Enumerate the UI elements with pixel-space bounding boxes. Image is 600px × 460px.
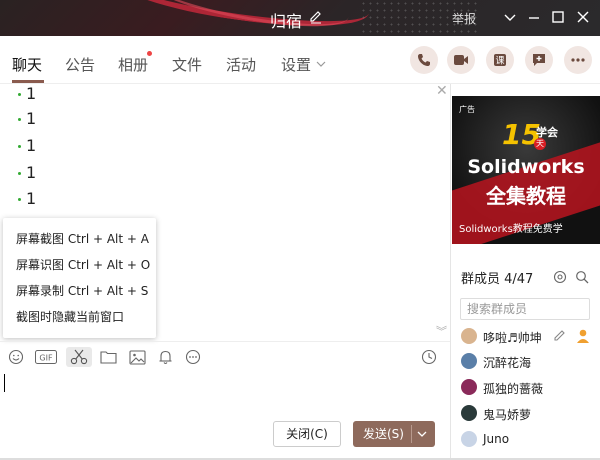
text-caret (4, 374, 5, 392)
more-dots-icon (571, 58, 585, 62)
message-input[interactable] (0, 371, 450, 421)
message-line: 1 (18, 163, 36, 182)
title-bar: 归宿 举报 (0, 0, 600, 36)
add-app-button[interactable] (525, 46, 553, 74)
history-clock-icon[interactable] (419, 347, 439, 367)
menu-item-record[interactable]: 屏幕录制 Ctrl + Alt + S (3, 278, 156, 304)
message-line: 1 (18, 84, 36, 103)
svg-text:课: 课 (495, 56, 504, 67)
message-line: 1 (18, 189, 36, 208)
more-button[interactable] (564, 46, 592, 74)
tab-settings[interactable]: 设置 (281, 54, 311, 75)
screenshot-menu: 屏幕截图 Ctrl + Alt + A 屏幕识图 Ctrl + Alt + O … (3, 218, 156, 338)
send-label: 发送(S) (363, 427, 404, 441)
video-call-button[interactable] (447, 46, 475, 74)
close-button[interactable]: 关闭(C) (273, 421, 341, 447)
scissors-icon[interactable] (66, 347, 92, 367)
member-name: 鬼马娇萝 (483, 408, 532, 422)
avatar (461, 353, 477, 369)
ad-footer: Solidworks教程免费学 (459, 224, 563, 235)
edit-icon[interactable] (309, 10, 323, 24)
maximize-icon[interactable] (550, 9, 566, 25)
tab-activity[interactable]: 活动 (226, 54, 256, 75)
ad-tian-badge: 天 (534, 138, 546, 150)
chevron-down-icon[interactable] (417, 430, 427, 438)
minimize-icon[interactable] (526, 9, 542, 25)
avatar (461, 405, 477, 421)
advertisement-banner[interactable]: 广告 15 学会 天 Solidworks 全集教程 Solidworks教程免… (452, 96, 600, 244)
more-circle-icon[interactable] (183, 347, 203, 367)
avatar (461, 379, 477, 395)
message-line: 1 (18, 136, 36, 155)
chevron-down-icon[interactable] (502, 9, 518, 25)
member-name: 孤独的蔷薇 (483, 382, 544, 396)
report-link[interactable]: 举报 (452, 10, 476, 27)
active-tab-indicator (12, 80, 44, 83)
member-name: 沉醉花海 (483, 356, 532, 370)
member-name: 哆啦♬帅坤 (483, 331, 542, 345)
notification-dot (147, 51, 152, 56)
member-row[interactable]: Juno (461, 429, 597, 451)
chat-plus-icon (533, 54, 545, 66)
tab-album[interactable]: 相册 (118, 54, 148, 75)
gif-icon[interactable]: GIF (34, 347, 58, 367)
menu-item-screenshot[interactable]: 屏幕截图 Ctrl + Alt + A (3, 226, 156, 252)
owner-badge-icon (577, 329, 589, 343)
voice-call-button[interactable] (410, 46, 438, 74)
image-icon[interactable] (127, 347, 147, 367)
collapse-icon[interactable]: ︾ (436, 323, 447, 339)
tab-announcement[interactable]: 公告 (65, 54, 95, 75)
class-button[interactable]: 课 (486, 46, 514, 74)
send-divider (411, 425, 412, 443)
menu-item-recognize[interactable]: 屏幕识图 Ctrl + Alt + O (3, 252, 156, 278)
emoji-icon[interactable] (6, 347, 26, 367)
right-panel: 广告 15 学会 天 Solidworks 全集教程 Solidworks教程免… (450, 84, 600, 460)
chevron-down-icon[interactable] (316, 59, 326, 69)
member-row[interactable]: 沉醉花海 (461, 351, 597, 373)
search-icon[interactable] (575, 270, 589, 284)
video-icon (454, 55, 468, 65)
bell-icon[interactable] (155, 347, 175, 367)
member-search-input[interactable]: 搜索群成员 (460, 298, 590, 320)
class-icon: 课 (494, 54, 506, 67)
edit-icon[interactable] (553, 329, 567, 343)
member-row[interactable]: 哆啦♬帅坤 (461, 326, 597, 348)
member-row[interactable]: 孤独的蔷薇 (461, 377, 597, 399)
tab-files[interactable]: 文件 (172, 54, 202, 75)
menu-item-hide-window[interactable]: 截图时隐藏当前窗口 (3, 304, 156, 330)
close-window-icon[interactable] (575, 9, 591, 25)
send-button[interactable]: 发送(S) (353, 421, 435, 447)
phone-icon (418, 54, 430, 66)
avatar (461, 431, 477, 447)
tab-chat[interactable]: 聊天 (12, 54, 42, 75)
member-row[interactable]: 鬼马娇萝 (461, 403, 597, 425)
svg-text:GIF: GIF (39, 354, 53, 363)
ad-tag: 广告 (459, 105, 475, 114)
ad-headline: Solidworks (467, 156, 585, 178)
input-toolbar: GIF (0, 341, 450, 371)
member-name: Juno (483, 432, 510, 446)
close-icon[interactable]: ✕ (436, 83, 448, 99)
window-title: 归宿 (270, 12, 303, 31)
ad-subheadline: 全集教程 (486, 184, 566, 208)
members-header: 群成员 4/47 (461, 272, 534, 287)
member-settings-icon[interactable] (553, 270, 567, 284)
message-line: 1 (18, 109, 36, 128)
folder-icon[interactable] (98, 347, 118, 367)
avatar (461, 328, 477, 344)
